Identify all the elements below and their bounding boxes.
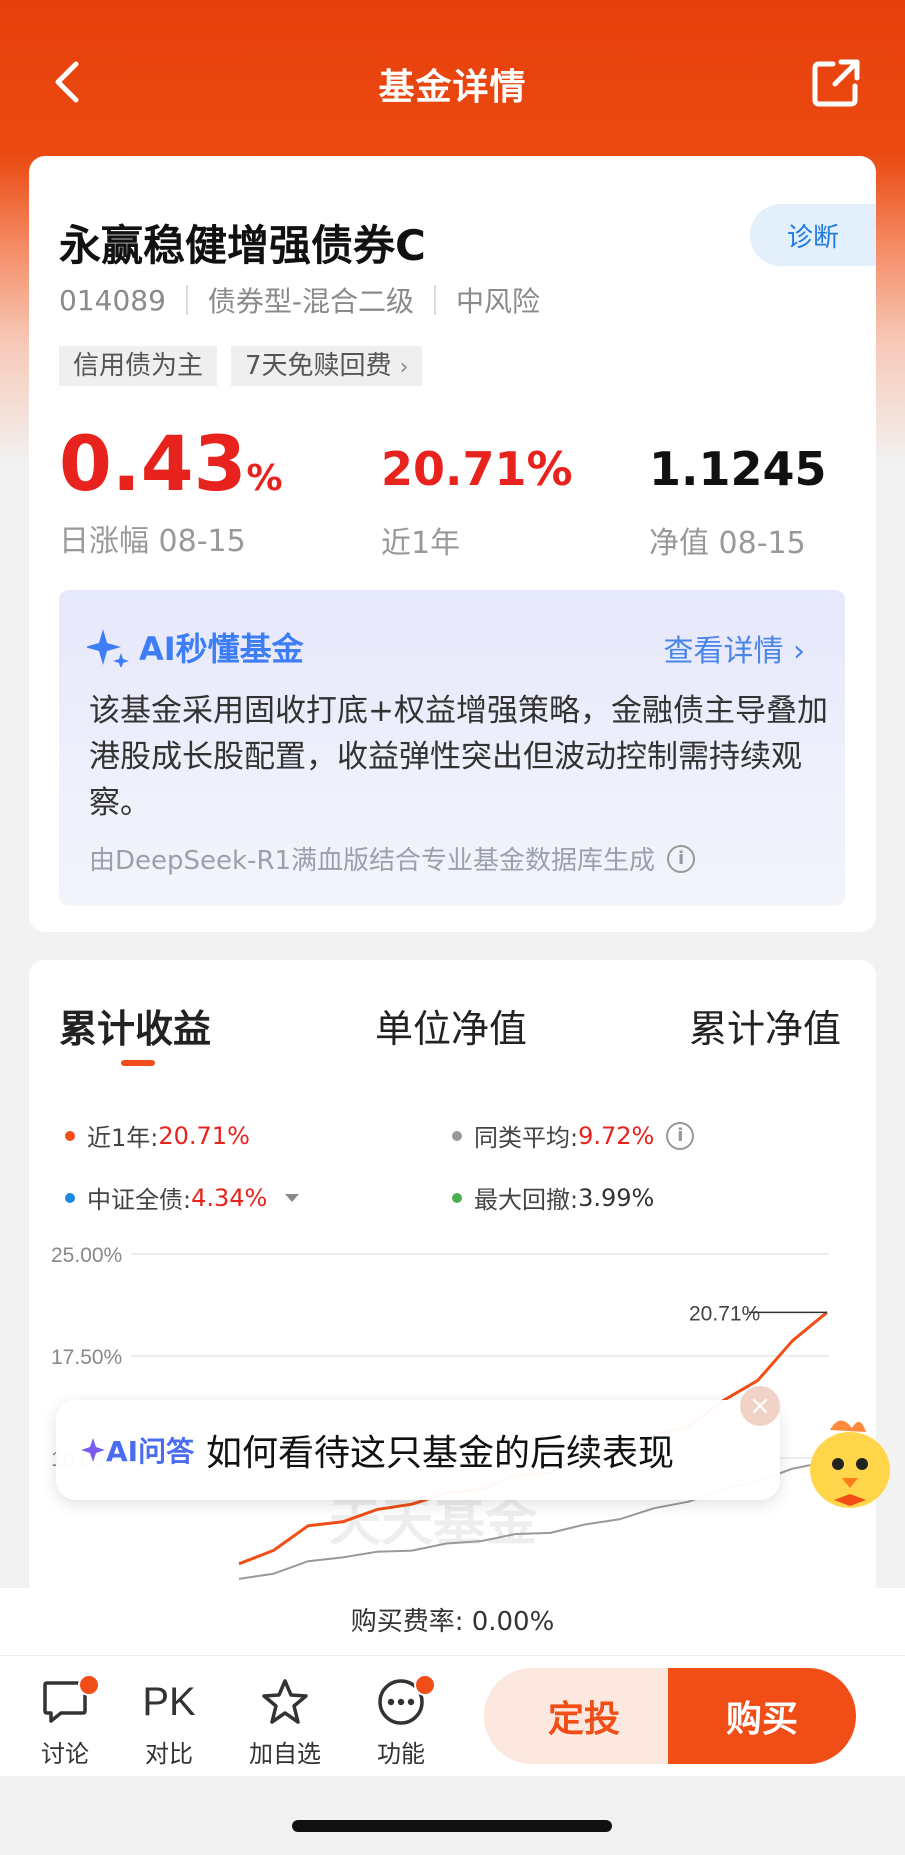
sparkle-icon (81, 1438, 105, 1462)
ai-summary-source: 由DeepSeek-R1满血版结合专业基金数据库生成 i (89, 840, 696, 877)
ai-ask-banner[interactable]: AI问答 如何看待这只基金的后续表现 × (56, 1386, 780, 1500)
y-tick-label: 17.50% (51, 1346, 122, 1369)
year-return-stat: 20.71% 近1年 (381, 446, 573, 562)
day-change-unit: % (246, 458, 283, 499)
share-button[interactable] (811, 58, 861, 108)
fund-meta: 014089 债券型-混合二级 中风险 (59, 280, 540, 320)
divider (185, 285, 188, 315)
info-icon[interactable]: i (667, 844, 696, 873)
ai-summary-more-link[interactable]: 查看详情 › (663, 626, 805, 670)
divider (434, 285, 436, 315)
home-area (0, 1776, 905, 1855)
functions-button[interactable]: 功能 (356, 1674, 446, 1769)
day-change-label: 日涨幅 08-15 (59, 524, 246, 559)
close-icon[interactable]: × (740, 1386, 780, 1426)
tag-redemption-fee[interactable]: 7天免赎回费 › (231, 346, 423, 386)
ai-ask-question: 如何看待这只基金的后续表现 (206, 1433, 675, 1474)
fund-category: 债券型-混合二级 (207, 285, 414, 318)
buy-button[interactable]: 购买 (668, 1668, 856, 1764)
day-change-value: 0.43 (59, 419, 247, 508)
nav-stat: 1.1245 净值 08-15 (649, 446, 827, 562)
year-return-value: 20.71% (381, 442, 573, 496)
notification-badge (78, 1674, 100, 1696)
notification-badge (414, 1674, 436, 1696)
nav-value: 1.1245 (649, 442, 827, 496)
fund-risk: 中风险 (456, 285, 541, 318)
auto-invest-button[interactable]: 定投 (484, 1668, 684, 1764)
performance-card: 累计收益 单位净值 累计净值 近1年: 20.71% 同类平均: 9.72% i 中… (29, 960, 876, 1600)
fund-summary-card: 永赢稳健增强债券C 诊断 014089 债券型-混合二级 中风险 信用债为主 7… (29, 156, 876, 932)
watermark: 天天基金 (329, 1493, 538, 1553)
ai-ask-label: AI问答 (80, 1430, 194, 1470)
bottom-action-bar: 讨论 PK 对比 加自选 功能 定投 购买 (0, 1656, 905, 1776)
nav-bar: 基金详情 (0, 40, 905, 124)
share-icon (812, 59, 860, 107)
fund-tags: 信用债为主 7天免赎回费 › (59, 346, 423, 386)
return-chart[interactable]: 25.00%17.50%10.00%天天基金20.71% (29, 960, 876, 1600)
nav-label: 净值 08-15 (649, 526, 806, 561)
ai-summary-title: AI秒懂基金 (87, 624, 304, 670)
fund-code: 014089 (59, 283, 166, 317)
fund-name: 永赢稳健增强债券C (59, 221, 426, 270)
chevron-right-icon: › (399, 355, 409, 380)
mascot-icon[interactable] (800, 1406, 900, 1516)
tag-credit-bond: 信用债为主 (59, 346, 218, 386)
y-tick-label: 25.00% (51, 1244, 122, 1267)
year-return-label: 近1年 (381, 526, 461, 561)
discuss-button[interactable]: 讨论 (20, 1674, 110, 1769)
home-indicator[interactable] (292, 1820, 612, 1832)
add-watchlist-button[interactable]: 加自选 (240, 1676, 330, 1769)
day-change-stat: 0.43% 日涨幅 08-15 (59, 426, 283, 560)
pk-icon: PK (142, 1679, 196, 1724)
diagnose-button[interactable]: 诊断 (750, 204, 876, 266)
sparkle-icon (87, 629, 129, 667)
compare-button[interactable]: PK 对比 (124, 1676, 214, 1769)
page-title: 基金详情 (378, 67, 527, 108)
end-value-label: 20.71% (689, 1302, 760, 1325)
ai-summary-box[interactable]: AI秒懂基金 查看详情 › 该基金采用固收打底+权益增强策略，金融债主导叠加港股… (59, 590, 845, 906)
star-icon (262, 1679, 308, 1724)
ai-summary-text: 该基金采用固收打底+权益增强策略，金融债主导叠加港股成长股配置，收益弹性突出但波… (89, 693, 828, 821)
fee-bar: 购买费率: 0.00% (0, 1588, 905, 1656)
